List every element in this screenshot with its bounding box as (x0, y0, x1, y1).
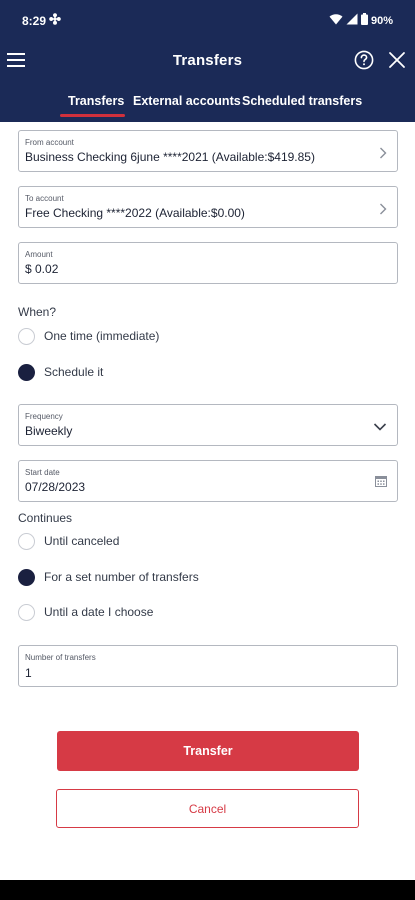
to-account-select[interactable]: To account Free Checking ****2022 (Avail… (18, 186, 398, 228)
tab-transfers[interactable]: Transfers (68, 94, 124, 108)
close-icon[interactable] (385, 48, 409, 72)
radio-until-date[interactable]: Until a date I choose (18, 602, 153, 622)
radio-schedule-it[interactable]: Schedule it (18, 362, 103, 382)
radio-set-number[interactable]: For a set number of transfers (18, 567, 199, 587)
to-account-value: Free Checking ****2022 (Available:$0.00) (25, 206, 245, 220)
system-navigation-bar (0, 880, 415, 900)
number-of-transfers-value: 1 (25, 666, 32, 680)
help-icon[interactable] (352, 48, 376, 72)
transfer-button[interactable]: Transfer (57, 731, 359, 771)
chevron-right-icon (379, 146, 387, 164)
start-date-label: Start date (25, 468, 60, 477)
chevron-right-icon (379, 202, 387, 220)
chevron-down-icon (373, 419, 387, 437)
radio-label: Schedule it (44, 365, 104, 379)
number-of-transfers-label: Number of transfers (25, 653, 96, 662)
radio-label: One time (immediate) (44, 329, 160, 343)
status-bar: 8:29 90% (0, 0, 415, 40)
frequency-label: Frequency (25, 412, 63, 421)
radio-button-selected[interactable] (18, 568, 35, 586)
battery-percent: 90% (370, 15, 393, 27)
tab-bar: Transfers External accounts Scheduled tr… (0, 92, 415, 122)
radio-until-canceled[interactable]: Until canceled (18, 531, 119, 551)
app-header: 8:29 90% Transfers Transfers External ac… (0, 0, 415, 122)
frequency-value: Biweekly (25, 424, 73, 438)
to-account-label: To account (25, 194, 64, 203)
start-date-value: 07/28/2023 (25, 480, 86, 494)
radio-label: For a set number of transfers (44, 570, 199, 584)
radio-button-selected[interactable] (18, 363, 35, 381)
from-account-value: Business Checking 6june ****2021 (Availa… (25, 150, 315, 164)
signal-icon (346, 12, 358, 30)
radio-button[interactable] (18, 532, 35, 550)
number-of-transfers-field[interactable]: Number of transfers 1 (18, 645, 398, 687)
active-tab-indicator (60, 114, 125, 117)
amount-label: Amount (25, 250, 53, 259)
cancel-button[interactable]: Cancel (56, 789, 359, 828)
when-heading: When? (18, 305, 57, 319)
start-date-field[interactable]: Start date 07/28/2023 (18, 460, 398, 502)
radio-button[interactable] (18, 603, 35, 621)
radio-label: Until canceled (44, 534, 120, 548)
battery-icon (360, 12, 368, 30)
from-account-select[interactable]: From account Business Checking 6june ***… (18, 130, 398, 172)
status-indicators: 90% (329, 12, 393, 30)
tab-scheduled-transfers[interactable]: Scheduled transfers (242, 94, 362, 108)
tab-external-accounts[interactable]: External accounts (133, 94, 241, 108)
radio-button[interactable] (18, 327, 35, 345)
settings-fan-icon (48, 12, 62, 31)
status-time: 8:29 (22, 14, 47, 28)
radio-label: Until a date I choose (44, 605, 154, 619)
calendar-icon[interactable] (375, 474, 387, 492)
amount-value: $ 0.02 (25, 262, 59, 276)
wifi-icon (329, 12, 343, 30)
frequency-select[interactable]: Frequency Biweekly (18, 404, 398, 446)
continues-heading: Continues (18, 511, 73, 525)
from-account-label: From account (25, 138, 74, 147)
radio-one-time[interactable]: One time (immediate) (18, 326, 159, 346)
amount-field[interactable]: Amount $ 0.02 (18, 242, 398, 284)
